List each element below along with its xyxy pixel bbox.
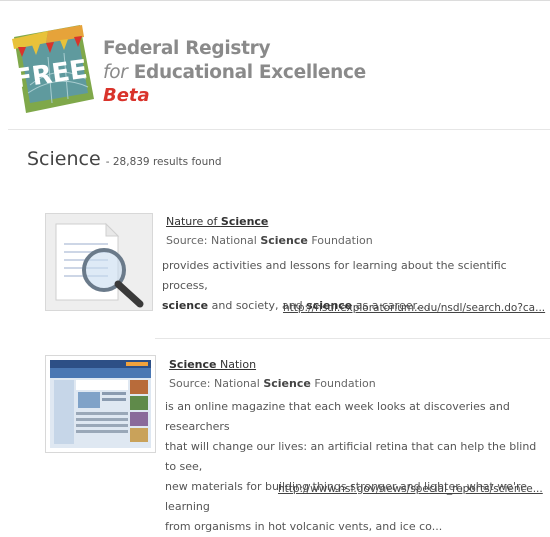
site-header: FREE Federal Registry for Educational Ex… (0, 1, 550, 129)
result-title-link[interactable]: Science Nation (169, 358, 256, 371)
search-term: Science (27, 148, 101, 170)
search-heading: Science - 28,839 results found (27, 148, 222, 170)
result-divider (155, 338, 550, 339)
result-thumbnail[interactable] (45, 213, 153, 311)
brand-line-1: Federal Registry (103, 38, 271, 59)
brand-beta: Beta (103, 85, 150, 106)
result-source: Source: National Science Foundation (169, 377, 376, 390)
result-description: is an online magazine that each week loo… (165, 400, 537, 533)
result-url-link[interactable]: http://www.nsf.gov/news/special_reports/… (278, 483, 543, 495)
webpage-screenshot-icon (50, 360, 151, 448)
free-logo-icon[interactable]: FREE (8, 23, 98, 115)
brand-rest: Educational Excellence (133, 62, 367, 83)
header-divider (8, 129, 550, 130)
brand-for: for (103, 62, 128, 83)
result-count: - 28,839 results found (105, 156, 222, 168)
result-url-link[interactable]: http://nsdl.exploratorium.edu/nsdl/searc… (283, 302, 545, 314)
brand-line-2: for Educational Excellence (103, 61, 366, 85)
document-search-icon (55, 222, 144, 308)
result-title-link[interactable]: Nature of Science (166, 215, 268, 228)
result-thumbnail[interactable] (45, 355, 156, 453)
brand-title[interactable]: Federal Registry for Educational Excelle… (103, 37, 366, 107)
result-source: Source: National Science Foundation (166, 234, 373, 247)
